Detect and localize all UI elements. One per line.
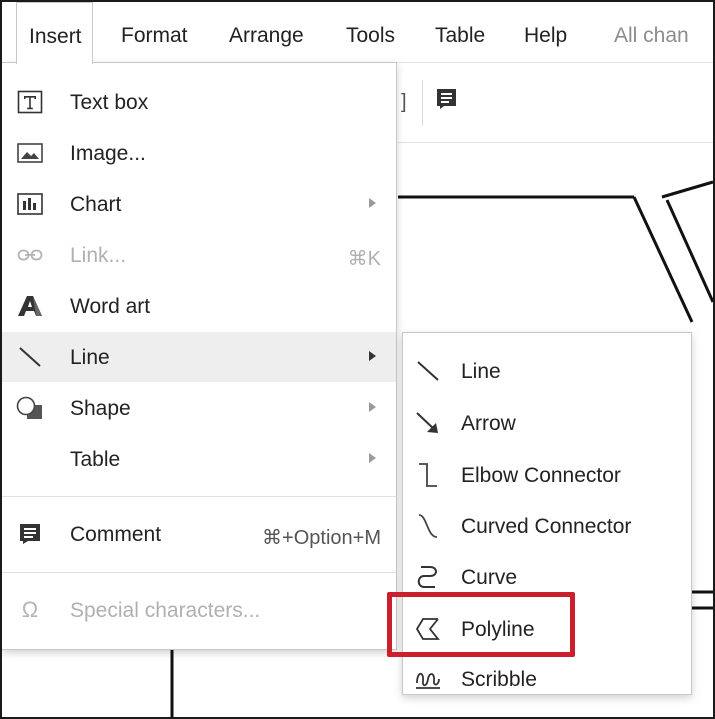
- menu-item-label: Link...: [70, 244, 127, 267]
- arrow-icon: [413, 409, 443, 437]
- menu-item-chart[interactable]: Chart: [2, 179, 396, 229]
- menu-help[interactable]: Help: [524, 24, 567, 48]
- submenu-arrow-icon: [369, 351, 376, 361]
- word-art-icon: [16, 294, 44, 318]
- curve-icon: [413, 563, 443, 591]
- comment-icon: [16, 522, 44, 546]
- line-icon: [413, 357, 443, 385]
- chart-icon: [16, 192, 44, 216]
- submenu-item-curved-connector[interactable]: Curved Connector: [403, 500, 691, 550]
- elbow-connector-icon: [413, 461, 443, 489]
- menu-item-text-box[interactable]: Text box: [2, 77, 396, 127]
- menu-item-label: Word art: [70, 295, 151, 318]
- insert-menu: Text box Image... Chart Link... ⌘K Word …: [2, 62, 397, 650]
- submenu-item-arrow[interactable]: Arrow: [403, 397, 691, 447]
- screenshot-frame: ] Insert Format Arrange Tools Table Help…: [0, 0, 715, 719]
- menu-item-line[interactable]: Line: [2, 332, 396, 382]
- menu-separator: [2, 496, 396, 497]
- image-icon: [16, 141, 44, 165]
- submenu-item-scribble[interactable]: Scribble: [403, 653, 691, 703]
- menu-separator: [2, 572, 396, 573]
- toolbar-bracket-glyph: ]: [401, 91, 407, 113]
- link-icon: [16, 243, 44, 267]
- menu-format[interactable]: Format: [121, 24, 188, 48]
- menu-item-label: Shape: [70, 397, 131, 420]
- menu-item-label: Image...: [70, 142, 146, 165]
- menu-item-label: Table: [70, 448, 121, 471]
- menu-item-shortcut: ⌘+Option+M: [262, 527, 381, 549]
- omega-icon: Ω: [21, 597, 39, 622]
- scribble-icon: [413, 665, 443, 693]
- menu-item-label: Text box: [70, 91, 149, 114]
- text-box-icon: [16, 90, 44, 114]
- submenu-item-line[interactable]: Line: [403, 345, 691, 395]
- menu-item-word-art[interactable]: Word art: [2, 281, 396, 331]
- menu-item-link[interactable]: Link... ⌘K: [2, 230, 396, 280]
- menu-item-comment[interactable]: Comment ⌘+Option+M: [2, 509, 396, 559]
- submenu-arrow-icon: [369, 198, 376, 208]
- menu-item-image[interactable]: Image...: [2, 128, 396, 178]
- submenu-item-label: Arrow: [461, 412, 516, 435]
- menu-item-label: Chart: [70, 193, 122, 216]
- menu-item-table[interactable]: Table: [2, 434, 396, 484]
- submenu-item-elbow-connector[interactable]: Elbow Connector: [403, 449, 691, 499]
- menu-tools[interactable]: Tools: [346, 24, 395, 48]
- curved-connector-icon: [413, 512, 443, 540]
- menu-insert[interactable]: Insert: [16, 2, 93, 64]
- menu-bar: Insert Format Arrange Tools Table Help A…: [2, 2, 713, 64]
- menu-item-label: Special characters...: [70, 599, 261, 622]
- menu-item-special-characters[interactable]: Ω Special characters...: [2, 585, 396, 635]
- submenu-arrow-icon: [369, 453, 376, 463]
- toolbar-divider: [422, 80, 423, 126]
- submenu-item-label: Line: [461, 360, 501, 383]
- shape-icon: [16, 396, 44, 420]
- line-icon: [16, 345, 44, 369]
- submenu-item-label: Curve: [461, 566, 518, 589]
- menu-table[interactable]: Table: [435, 24, 485, 48]
- menu-arrange[interactable]: Arrange: [229, 24, 304, 48]
- submenu-item-label: Curved Connector: [461, 515, 632, 538]
- menu-item-label: Line: [70, 346, 110, 369]
- submenu-arrow-icon: [369, 402, 376, 412]
- all-changes-status[interactable]: All chan: [614, 24, 689, 48]
- submenu-item-label: Scribble: [461, 668, 537, 691]
- annotation-highlight-box: [387, 592, 575, 657]
- comment-icon[interactable]: [436, 88, 457, 110]
- menu-item-shortcut: ⌘K: [347, 248, 381, 270]
- menu-item-label: Comment: [70, 523, 162, 546]
- submenu-item-label: Elbow Connector: [461, 464, 621, 487]
- menu-item-shape[interactable]: Shape: [2, 383, 396, 433]
